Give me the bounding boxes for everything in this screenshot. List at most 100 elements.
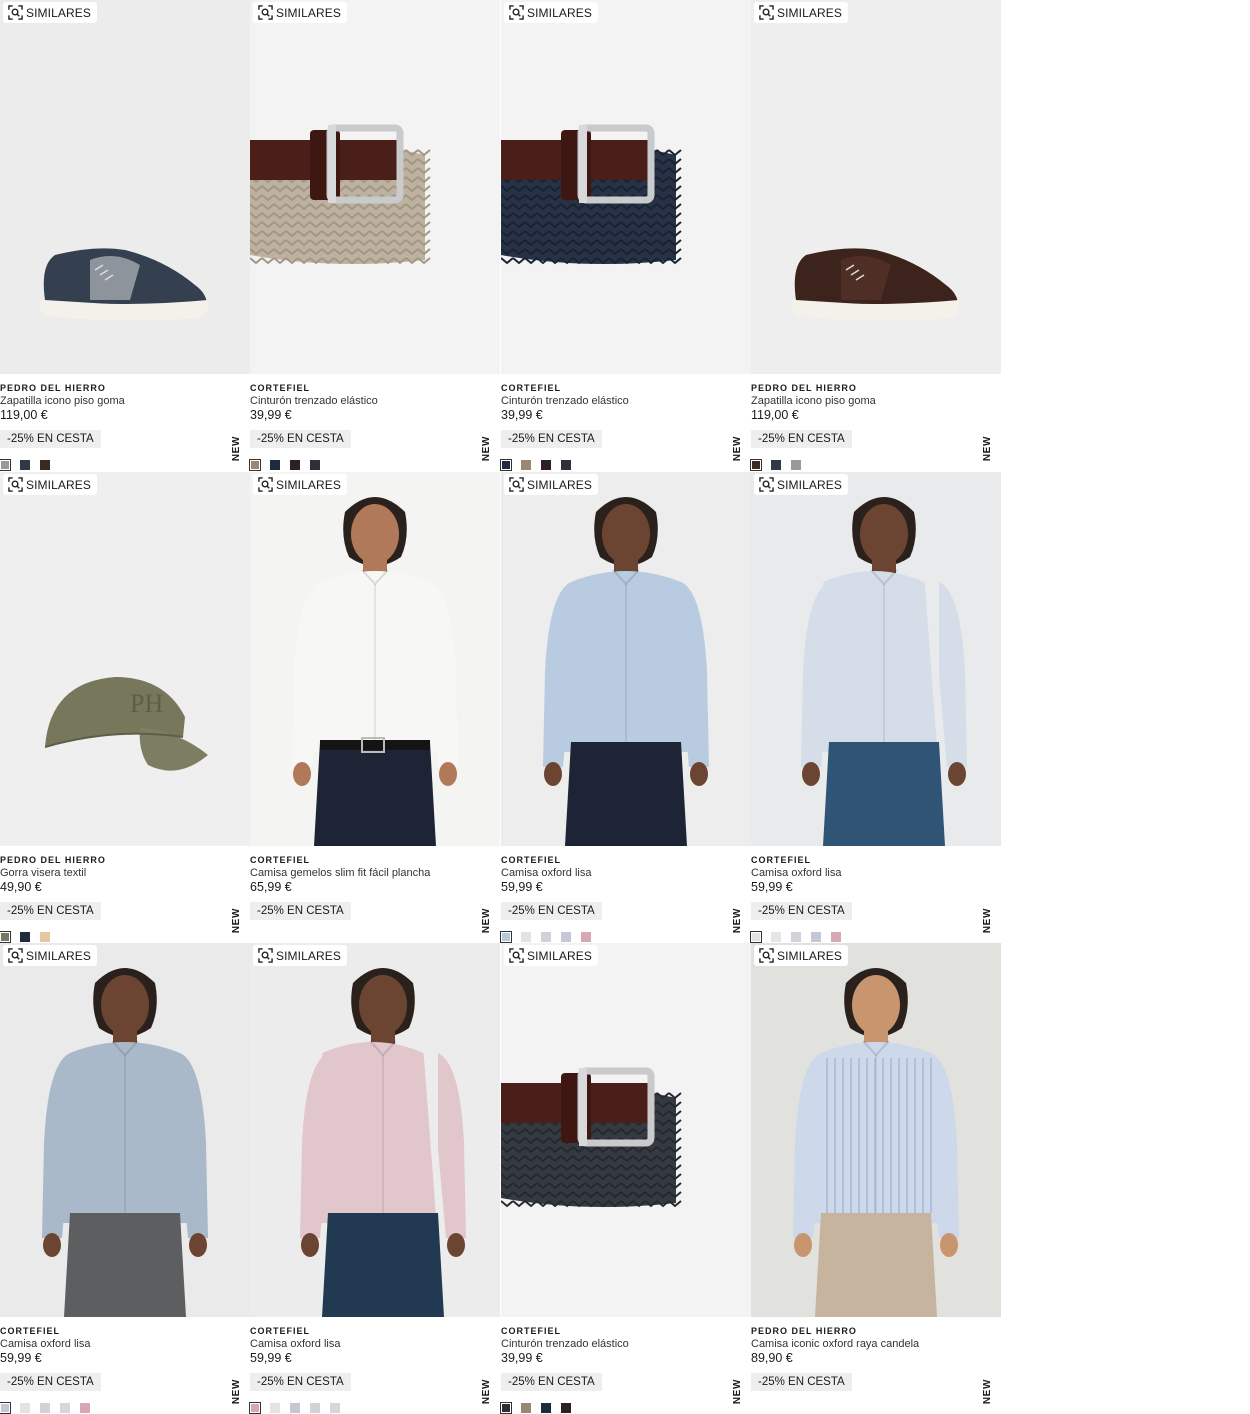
color-swatch[interactable] <box>80 1403 90 1413</box>
product-card[interactable]: SIMILARES NEW CORTEFIEL Camisa oxford li… <box>0 943 250 1414</box>
product-name[interactable]: Camisa oxford lisa <box>751 867 841 879</box>
color-swatch[interactable] <box>310 460 320 470</box>
similar-button[interactable]: SIMILARES <box>504 474 598 495</box>
product-name[interactable]: Camisa iconic oxford raya candela <box>751 1338 919 1350</box>
color-swatch[interactable] <box>791 460 801 470</box>
similar-button[interactable]: SIMILARES <box>504 945 598 966</box>
color-swatch[interactable] <box>270 1403 280 1413</box>
color-swatch[interactable] <box>521 460 531 470</box>
product-card[interactable]: SIMILARES NEW CORTEFIEL Cinturón trenzad… <box>500 0 751 471</box>
product-card[interactable]: SIMILARES NEW PEDRO DEL HIERRO Camisa ic… <box>751 943 1001 1414</box>
product-card[interactable]: SIMILARES NEW PEDRO DEL HIERRO Zapatilla… <box>0 0 250 471</box>
color-swatch[interactable] <box>0 459 11 471</box>
color-swatch[interactable] <box>20 460 30 470</box>
product-card[interactable]: SIMILARES NEW CORTEFIEL Cinturón trenzad… <box>249 0 500 471</box>
product-card[interactable]: SIMILARES NEW CORTEFIEL Camisa oxford li… <box>750 472 1001 943</box>
color-swatch[interactable] <box>791 932 801 942</box>
product-name[interactable]: Camisa oxford lisa <box>250 1338 340 1350</box>
color-swatch[interactable] <box>541 932 551 942</box>
product-image[interactable] <box>751 943 1001 1317</box>
color-swatch[interactable] <box>249 459 261 471</box>
color-swatch[interactable] <box>500 1402 512 1414</box>
product-brand: PEDRO DEL HIERRO <box>751 383 857 393</box>
product-card[interactable]: SIMILARES NEW PEDRO DEL HIERRO Zapatilla… <box>750 0 1001 471</box>
color-swatch[interactable] <box>500 459 512 471</box>
color-swatch[interactable] <box>0 931 11 943</box>
similar-button[interactable]: SIMILARES <box>754 474 848 495</box>
color-swatch[interactable] <box>771 460 781 470</box>
color-swatch[interactable] <box>270 460 280 470</box>
color-swatch[interactable] <box>831 932 841 942</box>
color-swatch[interactable] <box>541 460 551 470</box>
color-swatch[interactable] <box>750 459 762 471</box>
product-name[interactable]: Cinturón trenzado elástico <box>501 395 629 407</box>
product-name[interactable]: Camisa oxford lisa <box>0 1338 90 1350</box>
similar-button[interactable]: SIMILARES <box>253 474 347 495</box>
similar-label: SIMILARES <box>777 5 842 20</box>
color-swatch[interactable] <box>20 1403 30 1413</box>
color-swatches <box>249 1402 340 1414</box>
product-info: CORTEFIEL Camisa oxford lisa 59,99 € -25… <box>249 1317 500 1414</box>
color-swatch[interactable] <box>500 931 512 943</box>
color-swatch[interactable] <box>561 1403 571 1413</box>
color-swatch[interactable] <box>541 1403 551 1413</box>
product-name[interactable]: Zapatilla icono piso goma <box>751 395 876 407</box>
product-photo <box>751 472 1001 846</box>
color-swatch[interactable] <box>521 1403 531 1413</box>
color-swatch[interactable] <box>290 1403 300 1413</box>
visual-search-icon <box>509 477 524 492</box>
color-swatch[interactable] <box>521 932 531 942</box>
product-image[interactable] <box>250 943 500 1317</box>
color-swatch[interactable] <box>0 1402 11 1414</box>
color-swatch[interactable] <box>581 932 591 942</box>
product-brand: CORTEFIEL <box>250 855 310 865</box>
product-image[interactable] <box>501 943 751 1317</box>
color-swatch[interactable] <box>330 1403 340 1413</box>
product-card[interactable]: PH SIMILARES NEW PEDRO DEL HIERRO Gorra … <box>0 472 250 943</box>
product-name[interactable]: Zapatilla icono piso goma <box>0 395 125 407</box>
color-swatches <box>0 459 50 471</box>
color-swatch[interactable] <box>310 1403 320 1413</box>
product-image[interactable] <box>250 472 500 846</box>
color-swatches <box>500 1402 571 1414</box>
product-image[interactable] <box>250 0 500 374</box>
product-card[interactable]: SIMILARES NEW CORTEFIEL Cinturón trenzad… <box>500 943 751 1414</box>
similar-button[interactable]: SIMILARES <box>754 945 848 966</box>
similar-button[interactable]: SIMILARES <box>253 2 347 23</box>
product-image[interactable] <box>0 943 250 1317</box>
product-name[interactable]: Gorra visera textil <box>0 867 86 879</box>
color-swatch[interactable] <box>771 932 781 942</box>
color-swatch[interactable] <box>40 1403 50 1413</box>
color-swatch[interactable] <box>750 931 762 943</box>
color-swatch[interactable] <box>811 932 821 942</box>
product-card[interactable]: SIMILARES NEW CORTEFIEL Camisa oxford li… <box>249 943 500 1414</box>
similar-button[interactable]: SIMILARES <box>3 2 97 23</box>
color-swatch[interactable] <box>561 460 571 470</box>
color-swatch[interactable] <box>561 932 571 942</box>
product-image[interactable] <box>751 472 1001 846</box>
color-swatch[interactable] <box>40 460 50 470</box>
color-swatch[interactable] <box>40 932 50 942</box>
product-photo <box>250 0 500 374</box>
color-swatch[interactable] <box>60 1403 70 1413</box>
product-name[interactable]: Cinturón trenzado elástico <box>501 1338 629 1350</box>
product-name[interactable]: Cinturón trenzado elástico <box>250 395 378 407</box>
similar-button[interactable]: SIMILARES <box>253 945 347 966</box>
color-swatch[interactable] <box>20 932 30 942</box>
similar-button[interactable]: SIMILARES <box>3 945 97 966</box>
similar-button[interactable]: SIMILARES <box>504 2 598 23</box>
product-name[interactable]: Camisa gemelos slim fit fácil plancha <box>250 867 430 879</box>
product-card[interactable]: SIMILARES NEW CORTEFIEL Camisa oxford li… <box>500 472 751 943</box>
product-image[interactable] <box>751 0 1001 374</box>
color-swatch[interactable] <box>290 460 300 470</box>
similar-button[interactable]: SIMILARES <box>3 474 97 495</box>
product-image[interactable] <box>501 0 751 374</box>
similar-button[interactable]: SIMILARES <box>754 2 848 23</box>
product-image[interactable] <box>0 0 250 374</box>
product-name[interactable]: Camisa oxford lisa <box>501 867 591 879</box>
product-image[interactable]: PH <box>0 472 250 846</box>
color-swatch[interactable] <box>249 1402 261 1414</box>
product-image[interactable] <box>501 472 751 846</box>
product-price: 59,99 € <box>0 1351 42 1365</box>
product-card[interactable]: SIMILARES NEW CORTEFIEL Camisa gemelos s… <box>250 472 500 943</box>
